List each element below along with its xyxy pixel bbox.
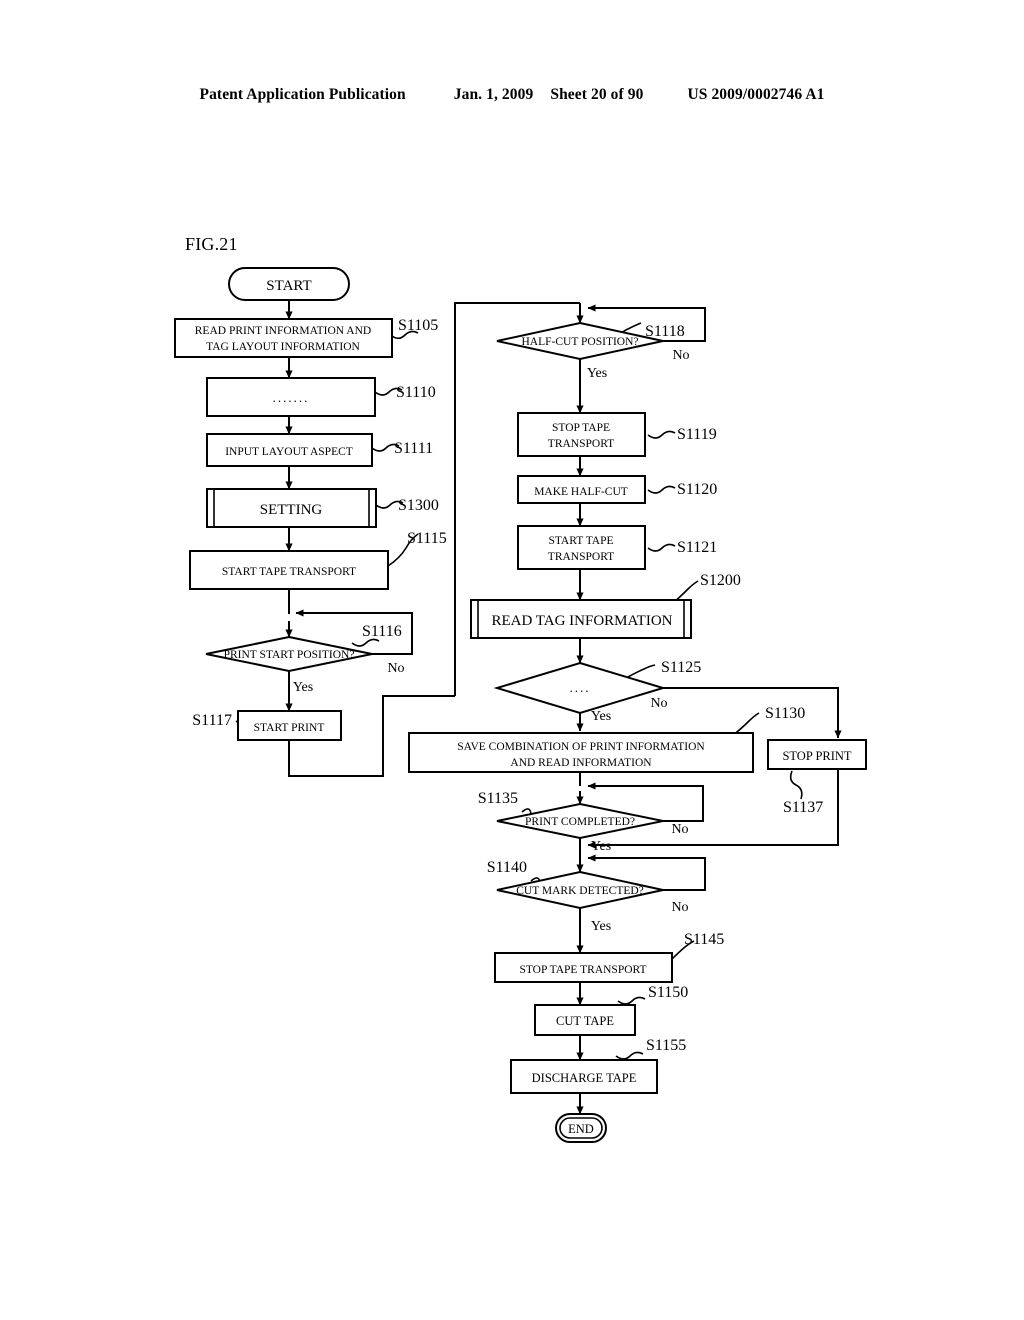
node-s1120: MAKE HALF-CUT S1120 <box>517 475 717 504</box>
node-s1119-line-0: STOP TAPE <box>552 422 610 434</box>
step-label-s1121: S1121 <box>677 539 717 556</box>
step-label-s1137: S1137 <box>783 799 823 816</box>
node-s1155: DISCHARGE TAPE S1155 <box>510 1037 686 1094</box>
step-label-s1200: S1200 <box>700 572 741 589</box>
node-s1150-line-0: CUT TAPE <box>556 1014 614 1028</box>
step-label-s1120: S1120 <box>677 481 717 498</box>
terminal-end-label: END <box>568 1122 594 1136</box>
step-label-s1117: S1117 <box>192 712 232 729</box>
step-label-s1111: S1111 <box>394 440 433 457</box>
node-s1120-line-0: MAKE HALF-CUT <box>534 486 628 498</box>
node-s1135-line-0: PRINT COMPLETED? <box>525 816 635 828</box>
branch-s1125-yes: Yes <box>591 709 611 724</box>
step-label-s1116: S1116 <box>362 623 402 640</box>
node-s1118: HALF-CUT POSITION? S1118 Yes No <box>496 321 690 381</box>
node-s1300: SETTING S1300 <box>206 488 439 528</box>
node-s1118-line-0: HALF-CUT POSITION? <box>521 336 638 348</box>
step-label-s1119: S1119 <box>677 426 717 443</box>
node-s1116-line-0: PRINT START POSITION? <box>224 649 355 661</box>
branch-s1140-no: No <box>671 900 688 915</box>
node-s1155-line-0: DISCHARGE TAPE <box>532 1071 637 1085</box>
node-s1140-line-0: CUT MARK DETECTED? <box>516 885 644 897</box>
node-s1111: INPUT LAYOUT ASPECT S1111 <box>206 433 433 467</box>
branch-s1118-yes: Yes <box>587 366 607 381</box>
node-s1140: CUT MARK DETECTED? S1140 Yes No <box>487 859 689 934</box>
node-s1130-line-0: SAVE COMBINATION OF PRINT INFORMATION <box>457 741 705 753</box>
branch-s1116-yes: Yes <box>293 680 313 695</box>
node-s1121-line-0: START TAPE <box>548 535 613 547</box>
node-s1137-line-0: STOP PRINT <box>782 749 851 763</box>
node-s1125: .... S1125 Yes No <box>493 659 701 724</box>
node-s1110: ....... S1110 <box>206 377 436 417</box>
step-label-s1118: S1118 <box>645 323 685 340</box>
step-label-s1145: S1145 <box>684 931 724 948</box>
step-label-s1115: S1115 <box>407 530 447 547</box>
branch-s1125-no: No <box>650 696 667 711</box>
node-s1117: START PRINT S1117 <box>192 710 342 741</box>
step-label-s1105: S1105 <box>398 317 438 334</box>
terminal-end: END <box>555 1113 607 1143</box>
node-s1200-line-0: READ TAG INFORMATION <box>491 613 672 629</box>
node-s1121: START TAPE TRANSPORT S1121 <box>517 525 717 570</box>
branch-s1118-no: No <box>672 348 689 363</box>
step-label-s1150: S1150 <box>648 984 688 1001</box>
branch-s1116-no: No <box>387 661 404 676</box>
node-s1130-line-1: AND READ INFORMATION <box>510 757 652 769</box>
node-s1116: PRINT START POSITION? S1116 Yes No <box>205 623 405 695</box>
node-s1115-line-0: START TAPE TRANSPORT <box>222 566 356 578</box>
branch-s1135-yes: Yes <box>591 839 611 854</box>
node-s1105-line-1: TAG LAYOUT INFORMATION <box>206 341 360 353</box>
node-s1137: STOP PRINT S1137 <box>767 739 867 816</box>
terminal-start-label: START <box>266 278 311 294</box>
step-label-s1110: S1110 <box>396 384 436 401</box>
step-label-s1130: S1130 <box>765 705 805 722</box>
node-s1145-line-0: STOP TAPE TRANSPORT <box>519 964 646 976</box>
node-s1300-line-0: SETTING <box>260 502 323 518</box>
step-label-s1135: S1135 <box>478 790 518 807</box>
node-s1110-line-0: ....... <box>273 390 310 405</box>
node-s1119-line-1: TRANSPORT <box>548 438 614 450</box>
node-s1117-line-0: START PRINT <box>254 722 325 734</box>
flowchart-fig21: START END READ PRINT INFORMATION AND TAG… <box>174 267 867 1143</box>
node-s1111-line-0: INPUT LAYOUT ASPECT <box>225 446 353 458</box>
step-label-s1155: S1155 <box>646 1037 686 1054</box>
step-label-s1300: S1300 <box>398 497 439 514</box>
branch-s1135-no: No <box>671 822 688 837</box>
step-label-s1140: S1140 <box>487 859 527 876</box>
patent-page: Patent Application Publication Jan. 1, 2… <box>0 0 1024 1320</box>
node-s1115: START TAPE TRANSPORT S1115 <box>189 530 447 590</box>
node-s1119: STOP TAPE TRANSPORT S1119 <box>517 412 717 457</box>
terminal-start: START <box>228 267 350 301</box>
node-s1125-line-0: .... <box>570 680 591 695</box>
node-s1105-line-0: READ PRINT INFORMATION AND <box>195 325 371 337</box>
branch-s1140-yes: Yes <box>591 919 611 934</box>
step-label-s1125: S1125 <box>661 659 701 676</box>
node-s1105: READ PRINT INFORMATION AND TAG LAYOUT IN… <box>174 317 438 358</box>
node-s1200: READ TAG INFORMATION S1200 <box>470 572 741 639</box>
node-s1150: CUT TAPE S1150 <box>534 984 688 1036</box>
node-s1145: STOP TAPE TRANSPORT S1145 <box>494 931 724 983</box>
node-s1121-line-1: TRANSPORT <box>548 551 614 563</box>
